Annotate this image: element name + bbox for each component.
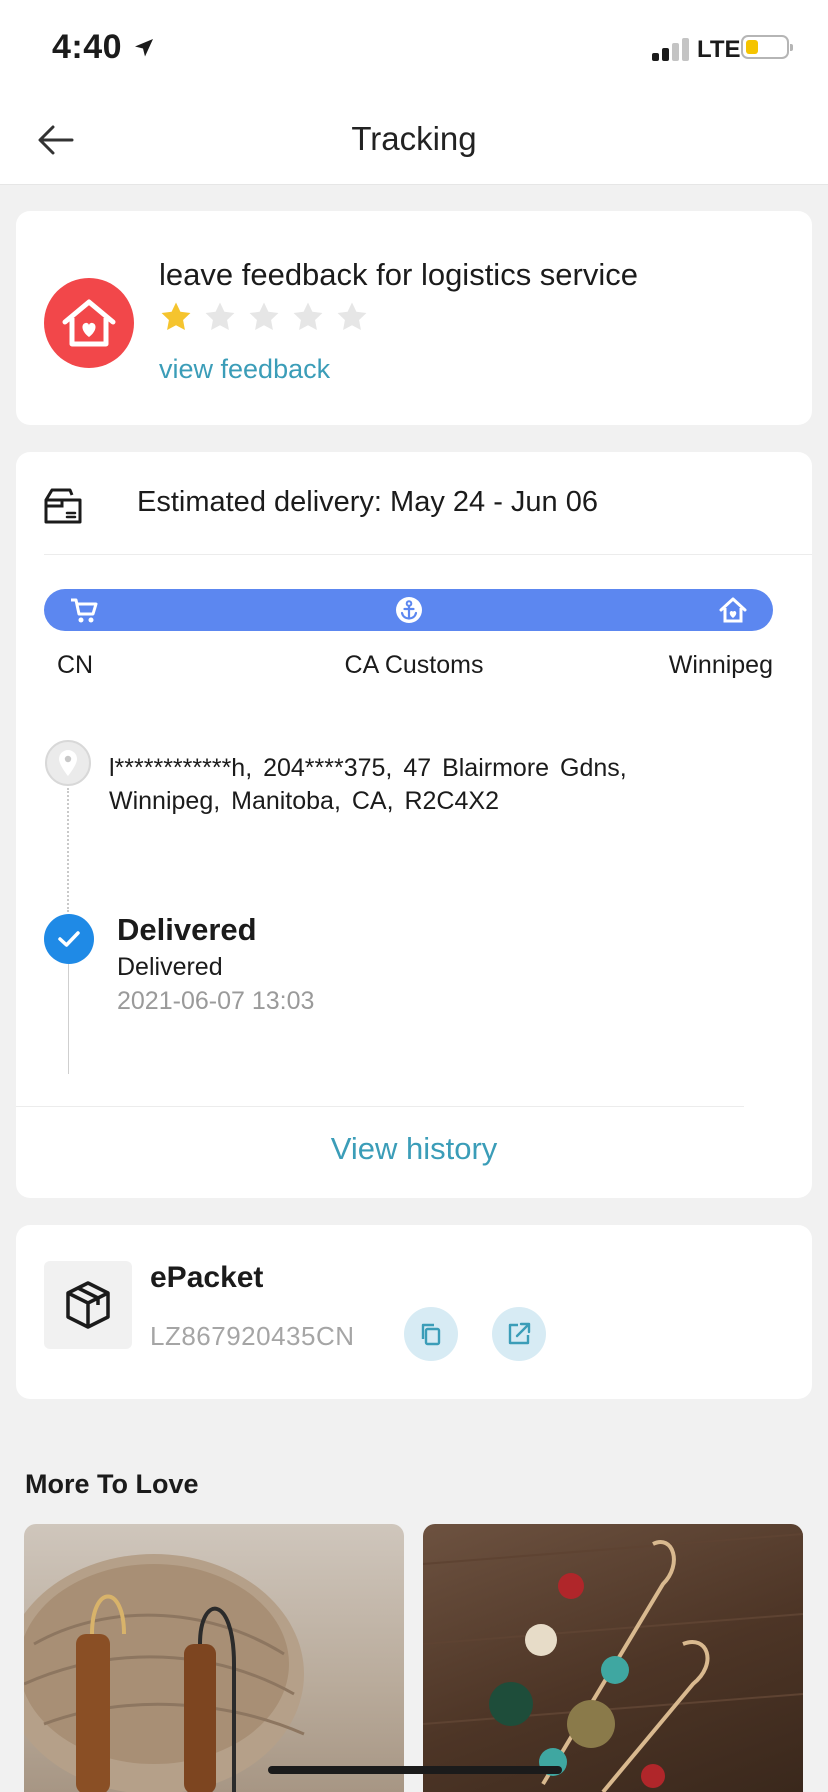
product-image bbox=[423, 1533, 803, 1792]
feedback-title: leave feedback for logistics service bbox=[159, 257, 639, 292]
package-icon bbox=[44, 1261, 132, 1349]
check-icon bbox=[44, 914, 94, 964]
star-icon[interactable] bbox=[291, 300, 325, 334]
home-indicator bbox=[268, 1766, 562, 1774]
delivery-box-icon bbox=[44, 488, 82, 524]
carrier-name: ePacket bbox=[150, 1261, 264, 1294]
star-icon[interactable] bbox=[247, 300, 281, 334]
star-icon[interactable] bbox=[159, 300, 193, 334]
timeline-line bbox=[68, 964, 69, 1074]
timeline-connector bbox=[67, 788, 69, 912]
delivery-address: l************h, 204****375, 47 Blairmore… bbox=[109, 754, 627, 815]
view-feedback-link[interactable]: view feedback bbox=[159, 354, 330, 385]
product-card[interactable] bbox=[423, 1524, 803, 1792]
signal-icon bbox=[652, 37, 692, 61]
nav-bar: Tracking bbox=[0, 96, 828, 185]
open-tracking-button[interactable] bbox=[492, 1307, 546, 1361]
star-icon[interactable] bbox=[203, 300, 237, 334]
house-heart-icon bbox=[44, 278, 134, 368]
estimated-delivery: Estimated delivery: May 24 - Jun 06 bbox=[137, 486, 598, 518]
page-title: Tracking bbox=[351, 120, 477, 157]
event-subtitle: Delivered bbox=[117, 953, 223, 981]
tracking-number: LZ867920435CN bbox=[150, 1321, 355, 1351]
copy-button[interactable] bbox=[404, 1307, 458, 1361]
divider bbox=[16, 1106, 744, 1107]
shipping-progress-bar bbox=[44, 589, 773, 631]
star-icon[interactable] bbox=[335, 300, 369, 334]
cart-icon bbox=[68, 594, 100, 626]
product-card[interactable] bbox=[24, 1524, 404, 1792]
rating-stars[interactable] bbox=[159, 300, 369, 334]
anchor-icon bbox=[393, 594, 425, 626]
battery-icon bbox=[741, 35, 793, 59]
section-title: More To Love bbox=[25, 1469, 199, 1499]
tracking-card: Estimated delivery: May 24 - Jun 06 CN C… bbox=[16, 452, 812, 1198]
copy-icon bbox=[421, 1323, 441, 1346]
external-link-icon bbox=[508, 1322, 531, 1345]
view-history-link[interactable]: View history bbox=[16, 1131, 812, 1167]
divider bbox=[44, 554, 812, 555]
location-pin-icon bbox=[45, 740, 91, 786]
home-icon bbox=[717, 594, 749, 626]
feedback-card: leave feedback for logistics service vie… bbox=[16, 211, 812, 425]
event-timestamp: 2021-06-07 13:03 bbox=[117, 987, 315, 1015]
product-image bbox=[24, 1554, 305, 1792]
package-card: ePacket LZ867920435CN bbox=[16, 1225, 812, 1399]
location-arrow-icon bbox=[135, 39, 153, 57]
status-time: 4:40 bbox=[52, 28, 123, 66]
network-type: LTE bbox=[697, 36, 741, 63]
status-bar: 4:40 LTE bbox=[0, 0, 828, 96]
event-title: Delivered bbox=[117, 912, 257, 947]
stop-destination: Winnipeg bbox=[668, 651, 773, 679]
